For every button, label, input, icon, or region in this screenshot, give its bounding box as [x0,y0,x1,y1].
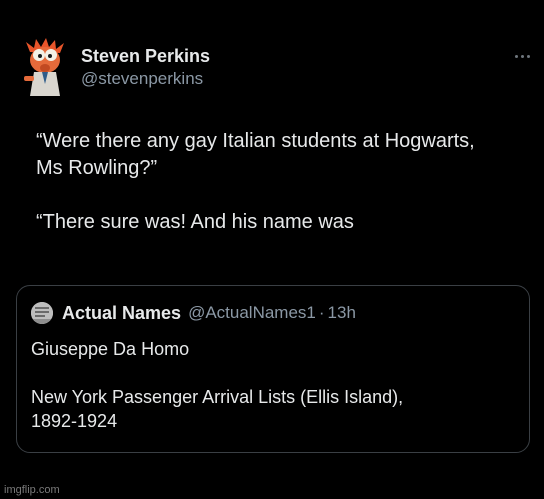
imgflip-watermark: imgflip.com [4,484,60,496]
beaker-muppet-avatar[interactable] [22,38,70,98]
quoted-tweet-card[interactable]: Actual Names @ActualNames1 · 13h Giusepp… [16,285,530,453]
author-display-name[interactable]: Steven Perkins [81,45,210,67]
quote-separator: · [318,303,325,322]
quote-body-line: New York Passenger Arrival Lists (Ellis … [31,387,404,407]
quote-author-display-name[interactable]: Actual Names [62,303,181,324]
quote-author-handle[interactable]: @ActualNames1 [188,303,316,323]
quoted-tweet-body: Giuseppe Da Homo New York Passenger Arri… [31,337,403,433]
tweet-text: “Were there any gay Italian students at … [36,128,531,236]
more-dots-icon[interactable] [508,48,536,64]
quote-body-line: Giuseppe Da Homo [31,339,190,359]
author-handle[interactable]: @stevenperkins [81,68,210,90]
tweet-text-line: “There sure was! And his name was [36,211,354,233]
more-dot [520,54,524,58]
tweet: Steven Perkins @stevenperkins “Were ther… [0,0,544,499]
quote-body-line: 1892-1924 [31,411,118,431]
actual-names-avatar[interactable] [31,302,53,324]
quote-timestamp[interactable]: 13h [328,303,356,323]
actual-names-avatar-graphic [31,302,53,324]
beaker-muppet-avatar-graphic [24,38,64,96]
more-dot [514,54,518,58]
tweet-author: Steven Perkins @stevenperkins [81,45,210,90]
more-dot [526,54,530,58]
tweet-text-line: Ms Rowling?” [36,157,158,179]
quoted-tweet-header: Actual Names @ActualNames1 · 13h [31,302,356,324]
tweet-text-line: “Were there any gay Italian students at … [36,130,475,152]
